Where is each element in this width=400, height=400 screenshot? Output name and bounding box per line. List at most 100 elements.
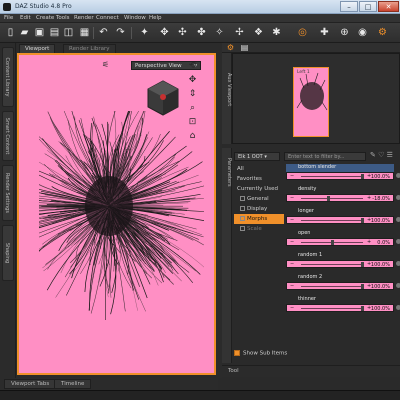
viewport[interactable]: ⚟ Perspective View ▾ ⟲ ✥ ⇕ ⌕ ⊡ ⌂ [17,53,216,375]
property-slider[interactable]: − + 100.0% [286,216,394,224]
property-slider[interactable]: − + 100.0% [286,172,394,180]
category-general[interactable]: General [234,194,284,204]
gear-icon[interactable] [396,305,400,310]
tab-viewport[interactable]: Viewport [19,44,56,53]
checkbox-icon[interactable] [240,226,245,231]
category-favorites[interactable]: Favorites [234,174,284,184]
universal-tool-icon[interactable]: ✥ [158,26,171,39]
property-value[interactable]: 100.0% [371,306,390,312]
plus-icon[interactable]: + [367,195,371,201]
tab-content-library[interactable]: Content Library [2,47,14,107]
gear-icon[interactable] [396,195,400,200]
checkbox-icon[interactable] [240,216,245,221]
filter-input[interactable]: Enter text to filter by... [284,152,366,161]
property-slider[interactable]: − + -18.0% [286,194,394,202]
property-value[interactable]: 100.0% [371,174,390,180]
property-slider[interactable]: − + 100.0% [286,260,394,268]
tab-viewport-tabs[interactable]: Viewport Tabs [4,379,57,389]
main-toolbar: ▯ ▰ ▣ ▤ ◫ ▦ ↶ ↷ ✦ ✥ ✣ ✤ ✧ ✢ ❖ ✱ ◎ ✚ ⊕ ◉ … [0,23,400,43]
tab-parameters[interactable]: Parameters [222,148,232,363]
orbit-icon[interactable]: ⟲ [187,61,198,72]
category-morphs[interactable]: Morphs [234,214,284,224]
checkbox-icon[interactable] [240,206,245,211]
geometry-editor-icon[interactable]: ✱ [270,26,283,39]
plus-icon[interactable]: + [367,239,371,245]
open-scene-icon[interactable]: ▰ [18,26,31,39]
checkbox-icon[interactable] [240,196,245,201]
export-icon[interactable]: ◫ [62,26,75,39]
scale-tool-icon[interactable]: ✧ [213,26,226,39]
menu-connect[interactable]: Connect [96,15,119,21]
translate-tool-icon[interactable]: ✤ [195,26,208,39]
light-icon[interactable]: ◉ [356,26,369,39]
category-currently-used[interactable]: Currently Used [234,184,284,194]
lock-icon[interactable]: ✎ [370,151,376,159]
minus-icon[interactable]: − [290,173,294,179]
property-slider[interactable]: − + 100.0% [286,304,394,312]
category-display[interactable]: Display [234,204,284,214]
left-tab-strip: Content Library Smart Content Render Set… [0,43,16,378]
tab-timeline[interactable]: Timeline [54,379,92,389]
property-value[interactable]: 100.0% [371,218,390,224]
node-select[interactable]: Elk 1 OOT ▾ [234,152,280,161]
category-scale[interactable]: Scale [234,224,284,234]
settings-icon[interactable]: ⚙ [376,26,389,39]
gear-icon[interactable] [396,261,400,266]
tab-shaping[interactable]: Shaping [2,225,14,281]
checkbox-icon[interactable] [234,350,240,356]
minus-icon[interactable]: − [290,195,294,201]
render-settings-icon[interactable]: ◎ [296,26,309,39]
tab-tool[interactable]: Tool [228,368,239,374]
save-as-icon[interactable]: ▤ [48,26,61,39]
gear-icon[interactable] [396,173,400,178]
property-slider[interactable]: − + 100.0% [286,282,394,290]
menu-window[interactable]: Window [124,15,146,21]
node-selection-icon[interactable]: ✦ [138,26,151,39]
minus-icon[interactable]: − [290,283,294,289]
save-icon[interactable]: ▣ [33,26,46,39]
show-sub-items-checkbox[interactable]: Show Sub Items [234,350,287,357]
menu-file[interactable]: File [4,15,13,21]
minus-icon[interactable]: − [290,305,294,311]
tab-render-settings[interactable]: Render Settings [2,165,14,221]
menu-create[interactable]: Create [36,15,54,21]
tab-aux-viewport[interactable]: Aux Viewport [222,53,232,144]
render-icon[interactable]: ▦ [78,26,91,39]
property-slider[interactable]: − + 0.0% [286,238,394,246]
menu-render[interactable]: Render [74,15,94,21]
minimize-button[interactable]: – [340,1,358,12]
camera-icon[interactable]: ✚ [318,26,331,39]
gear-icon[interactable] [396,283,400,288]
aux-viewport[interactable]: Left 1 [232,53,400,144]
hair-preview [39,111,204,321]
menu-icon[interactable]: ☰ [387,151,393,159]
menu-help[interactable]: Help [149,15,162,21]
redo-icon[interactable]: ↷ [114,26,127,39]
property-value[interactable]: 100.0% [371,284,390,290]
property-value[interactable]: -18.0% [372,196,390,202]
property-value[interactable]: 100.0% [371,262,390,268]
undo-icon[interactable]: ↶ [97,26,110,39]
aim-icon[interactable]: ⊕ [338,26,351,39]
gear-icon[interactable] [396,239,400,244]
category-all[interactable]: All [234,164,284,174]
menu-tools[interactable]: Tools [56,15,70,21]
heart-icon[interactable]: ♡ [378,151,384,159]
viewport-options-icon[interactable]: ⚟ [99,58,112,71]
surface-tool-icon[interactable]: ❖ [252,26,265,39]
maximize-button[interactable]: □ [359,1,377,12]
property-value[interactable]: 0.0% [377,240,390,246]
minus-icon[interactable]: − [290,261,294,267]
tab-render-library[interactable]: Render Library [63,44,116,53]
joint-editor-icon[interactable]: ✢ [233,26,246,39]
rotate-tool-icon[interactable]: ✣ [176,26,189,39]
dolly-icon[interactable]: ⇕ [187,89,198,100]
minus-icon[interactable]: − [290,239,294,245]
minus-icon[interactable]: − [290,217,294,223]
tab-smart-content[interactable]: Smart Content [2,111,14,161]
menu-edit[interactable]: Edit [20,15,31,21]
new-scene-icon[interactable]: ▯ [4,26,17,39]
gear-icon[interactable] [396,217,400,222]
close-button[interactable]: ✕ [378,1,399,12]
pan-icon[interactable]: ✥ [187,75,198,86]
